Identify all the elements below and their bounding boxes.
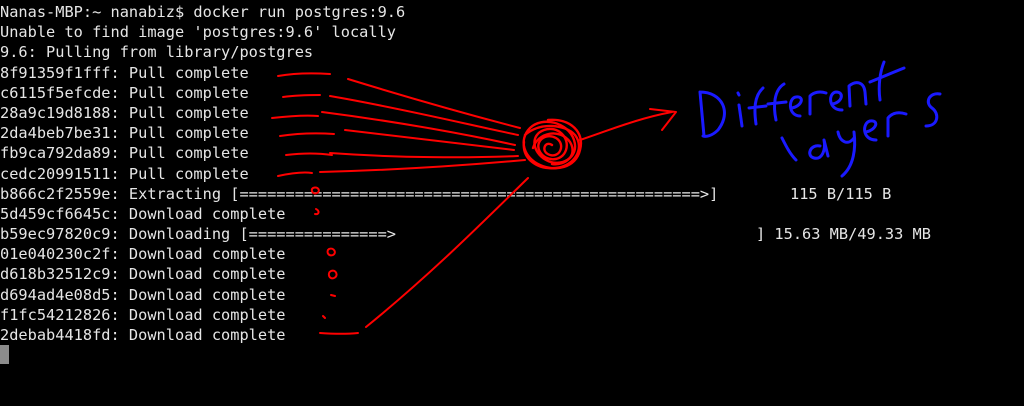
prompt-command-line: Nanas-MBP:~ nanabiz$ docker run postgres… [0, 3, 406, 21]
layer-line: 8f91359f1fff: Pull complete [0, 64, 249, 82]
handwriting-letter-r [808, 90, 828, 116]
underline-stroke [277, 171, 313, 177]
layer-line: fb9ca792da89: Pull complete [0, 144, 249, 162]
underline-stroke [277, 72, 331, 77]
underline-stroke [279, 132, 335, 137]
handwriting-letter-y [836, 130, 857, 178]
small-mark [322, 315, 326, 319]
handwriting-letter-e [863, 119, 878, 142]
handwritten-different-layers [698, 60, 942, 178]
layer-line: cedc20991511: Pull complete [0, 165, 249, 183]
layer-line: 01e040230c2f: Download complete [0, 245, 286, 263]
layer-line: 5d459cf6645c: Download complete [0, 205, 286, 223]
layer-line-extracting: b866c2f2559e: Extracting [==============… [0, 185, 719, 203]
layer-line: c6115f5efcde: Pull complete [0, 84, 249, 102]
layer-line: 2debab4418fd: Download complete [0, 326, 286, 344]
unable-message-line: Unable to find image 'postgres:9.6' loca… [0, 23, 397, 41]
handwriting-letter-t [868, 60, 906, 102]
layer-line: 2da4beb7be31: Pull complete [0, 124, 249, 142]
scribble-blob [531, 132, 574, 166]
underline-stroke [271, 114, 319, 119]
handwriting-letter-n [847, 81, 868, 108]
handwriting-letter-a [808, 138, 830, 160]
small-mark [314, 208, 320, 216]
arrow-stroke [329, 152, 519, 159]
underline-stroke-bottom [319, 332, 359, 335]
arrow-stroke [344, 129, 515, 151]
handwriting-letter-l [780, 136, 798, 162]
extracting-size-text: 115 B/115 B [790, 185, 892, 203]
handwriting-letter-f [747, 86, 768, 126]
downloading-size-text: ] 15.63 MB/49.33 MB [756, 225, 931, 243]
underline-stroke [282, 94, 321, 98]
terminal-window[interactable]: Nanas-MBP:~ nanabiz$ docker run postgres… [0, 0, 1024, 406]
arrow-stroke [321, 111, 516, 146]
arrow-stroke [329, 95, 519, 136]
underline-stroke [285, 152, 333, 156]
scribble-blob [522, 118, 583, 170]
layer-line: f1fc54212826: Download complete [0, 306, 286, 324]
layer-line: 28a9c19d8188: Pull complete [0, 104, 249, 122]
handwriting-letter-i [736, 91, 744, 128]
handwriting-letter-D [698, 90, 726, 138]
arrowhead [649, 108, 677, 131]
arrow-to-label [579, 111, 673, 141]
small-mark [327, 269, 338, 280]
pulling-message-line: 9.6: Pulling from library/postgres [0, 43, 314, 61]
handwriting-letter-s [924, 92, 942, 128]
layer-line: d618b32512c9: Download complete [0, 265, 286, 283]
scribble-blob [522, 124, 581, 170]
handwriting-letter-e [789, 95, 803, 118]
arrow-stroke [319, 159, 526, 173]
small-mark [326, 247, 336, 257]
arrow-stroke [347, 78, 521, 129]
handwriting-letter-e [829, 90, 844, 112]
terminal-cursor [0, 345, 9, 364]
layer-line: d694ad4e08d5: Download complete [0, 286, 286, 304]
handwriting-letter-f [766, 82, 788, 122]
small-mark [330, 294, 336, 297]
handwriting-letter-r [886, 111, 908, 138]
layer-line-downloading: b59ec97820c9: Downloading [=============… [0, 225, 397, 243]
